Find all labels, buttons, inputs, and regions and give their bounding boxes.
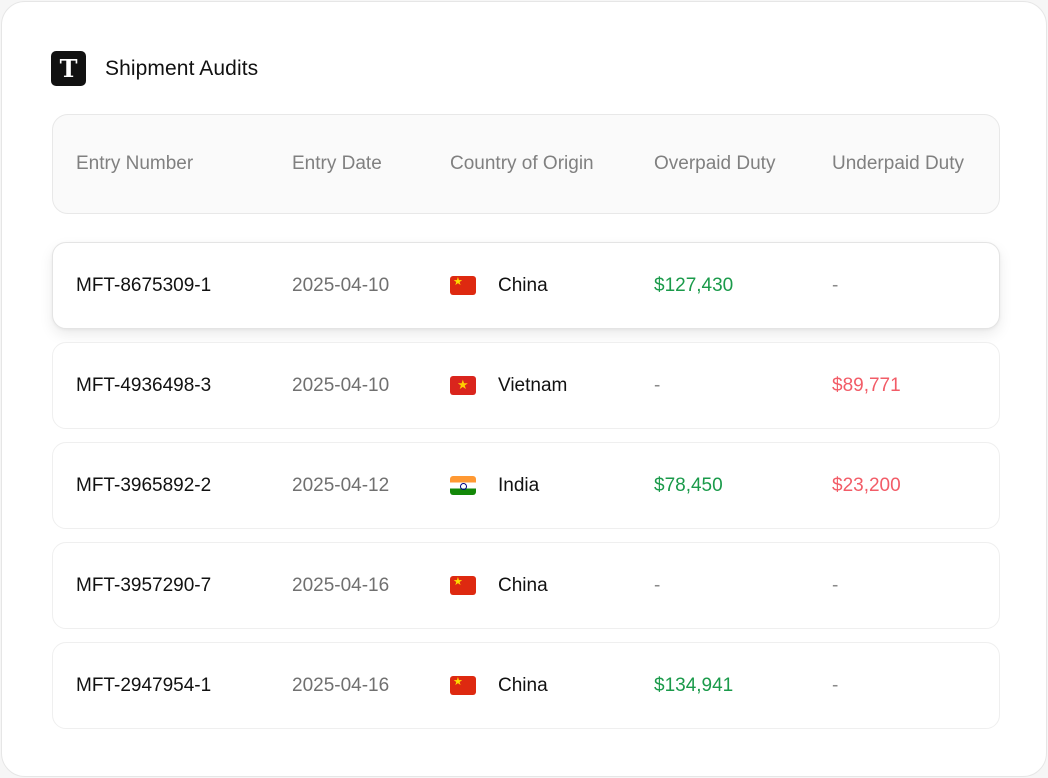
page-title: Shipment Audits [105, 56, 259, 80]
china-flag-icon [450, 576, 476, 595]
overpaid-duty: $127,430 [654, 274, 734, 296]
country-name: China [498, 274, 548, 296]
entry-date: 2025-04-16 [292, 574, 390, 596]
card-header: T Shipment Audits [51, 51, 258, 86]
country-of-origin: Vietnam [450, 343, 567, 428]
column-header-country-of-origin[interactable]: Country of Origin [450, 115, 594, 213]
country-name: China [498, 674, 548, 696]
country-of-origin: China [450, 643, 548, 728]
vietnam-flag-icon [450, 376, 476, 395]
entry-date: 2025-04-12 [292, 474, 390, 496]
table-row[interactable]: MFT-2947954-1 2025-04-16 China $134,941 … [52, 642, 1000, 729]
column-header-overpaid-duty[interactable]: Overpaid Duty [654, 115, 775, 213]
entry-date: 2025-04-10 [292, 374, 390, 396]
column-header-entry-date[interactable]: Entry Date [292, 115, 382, 213]
country-of-origin: China [450, 543, 548, 628]
underpaid-duty: - [832, 274, 839, 296]
overpaid-duty: $78,450 [654, 474, 723, 496]
table-header: Entry Number Entry Date Country of Origi… [52, 114, 1000, 214]
entry-number: MFT-2947954-1 [76, 674, 212, 696]
overpaid-duty: - [654, 374, 661, 396]
table-row[interactable]: MFT-4936498-3 2025-04-10 Vietnam - $89,7… [52, 342, 1000, 429]
app-logo-icon: T [51, 51, 86, 86]
country-of-origin: China [450, 243, 548, 328]
overpaid-duty: - [654, 574, 661, 596]
overpaid-duty: $134,941 [654, 674, 734, 696]
underpaid-duty: $89,771 [832, 374, 901, 396]
underpaid-duty: - [832, 674, 839, 696]
entry-number: MFT-3957290-7 [76, 574, 212, 596]
entry-number: MFT-4936498-3 [76, 374, 212, 396]
entry-number: MFT-8675309-1 [76, 274, 212, 296]
table-row[interactable]: MFT-3965892-2 2025-04-12 India $78,450 $… [52, 442, 1000, 529]
china-flag-icon [450, 676, 476, 695]
entry-date: 2025-04-10 [292, 274, 390, 296]
table-row[interactable]: MFT-8675309-1 2025-04-10 China $127,430 … [52, 242, 1000, 329]
entry-date: 2025-04-16 [292, 674, 390, 696]
india-flag-icon [450, 476, 476, 495]
country-of-origin: India [450, 443, 539, 528]
country-name: Vietnam [498, 374, 568, 396]
underpaid-duty: - [832, 574, 839, 596]
shipment-audits-card: T Shipment Audits Entry Number Entry Dat… [1, 1, 1047, 777]
column-header-entry-number[interactable]: Entry Number [76, 115, 193, 213]
column-header-underpaid-duty[interactable]: Underpaid Duty [832, 115, 964, 213]
table-row[interactable]: MFT-3957290-7 2025-04-16 China - - [52, 542, 1000, 629]
underpaid-duty: $23,200 [832, 474, 901, 496]
entry-number: MFT-3965892-2 [76, 474, 212, 496]
country-name: China [498, 574, 548, 596]
china-flag-icon [450, 276, 476, 295]
country-name: India [498, 474, 540, 496]
